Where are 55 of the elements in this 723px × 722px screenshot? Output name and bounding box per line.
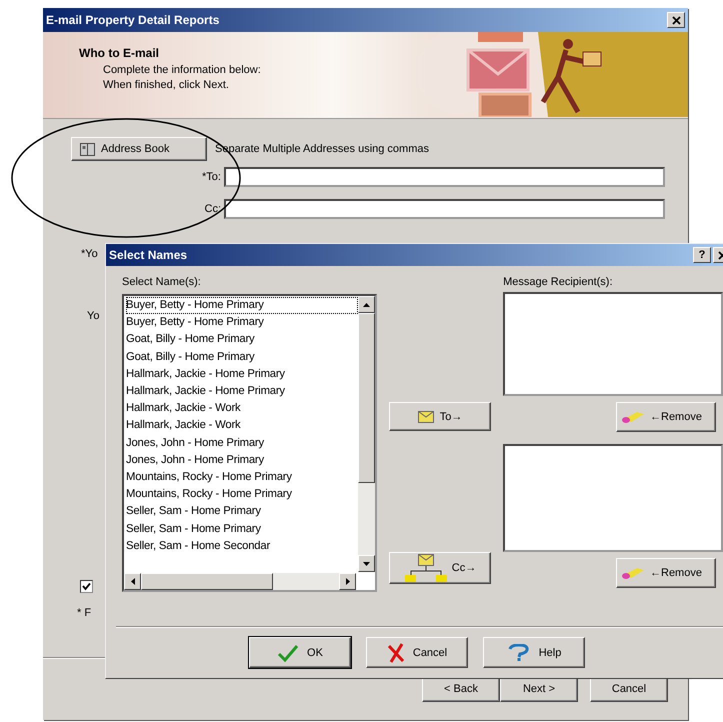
name-item[interactable]: Hallmark, Jackie - Home Primary (126, 366, 358, 384)
name-item[interactable]: Mountains, Rocky - Home Primary (126, 486, 358, 504)
header-text: When finished, click Next. (102, 78, 230, 93)
header-text: Complete the information below: (102, 63, 261, 78)
dialog-button[interactable]: Help (483, 637, 585, 668)
cross-icon (386, 642, 405, 662)
field-label: Yo (87, 310, 100, 322)
name-item[interactable]: Goat, Billy - Home Primary (126, 348, 358, 366)
down-arrow-icon (363, 562, 370, 566)
address-field[interactable] (224, 199, 665, 219)
name-item[interactable]: Jones, John - Home Primary (126, 452, 358, 470)
name-item[interactable]: Buyer, Betty - Home Primary (126, 314, 358, 332)
vertical-scrollbar[interactable] (358, 296, 375, 572)
name-item[interactable]: Hallmark, Jackie - Work (126, 400, 358, 418)
to-recipients-list[interactable] (503, 292, 723, 396)
horizontal-scrollbar[interactable] (124, 573, 356, 590)
dialog-title: Select Names (109, 248, 188, 262)
up-arrow-icon (363, 302, 370, 306)
recipients-label: Message Recipient(s): (503, 276, 613, 288)
name-item[interactable]: Seller, Sam - Home Primary (126, 520, 358, 538)
name-item[interactable]: Mountains, Rocky - Home Primary (126, 469, 358, 486)
header-title: Who to E-mail (79, 46, 160, 60)
right-arrow-icon (346, 578, 350, 585)
cc-button[interactable]: Cc→ (389, 552, 491, 584)
field-label: *Yo (81, 248, 98, 260)
envelope-icon (418, 410, 434, 422)
window-title: E-mail Property Detail Reports (46, 13, 220, 27)
book-icon (80, 142, 95, 156)
name-item[interactable]: Goat, Billy - Home Primary (126, 331, 358, 349)
name-item[interactable]: Hallmark, Jackie - Home Primary (126, 383, 358, 400)
question-icon (506, 644, 531, 662)
checkmark-icon (277, 644, 300, 662)
help-title-button[interactable]: ? (693, 247, 711, 263)
name-item[interactable]: Buyer, Betty - Home Primary (126, 297, 358, 314)
name-item[interactable]: Seller, Sam - Home Secondar (126, 538, 358, 556)
dialog-button[interactable]: Cancel (366, 637, 468, 668)
cc-recipients-list[interactable] (503, 444, 723, 552)
close-icon (672, 16, 680, 24)
remove-button[interactable]: ←Remove (616, 558, 716, 588)
field-label: *To: (201, 171, 221, 183)
footnote-text: * F (77, 607, 92, 619)
remove-button[interactable]: ←Remove (616, 402, 716, 432)
address-field[interactable] (224, 167, 665, 187)
address-book-button[interactable]: Address Book (71, 137, 207, 161)
left-arrow-icon (130, 578, 134, 585)
dialog-button[interactable]: OK (249, 637, 351, 668)
name-item[interactable]: Seller, Sam - Home Primary (126, 503, 358, 521)
list-label: Select Name(s): (122, 276, 202, 288)
checkbox[interactable] (80, 580, 93, 593)
envelopes-icon (404, 553, 448, 583)
to-button[interactable]: To→ (389, 402, 491, 431)
close-button[interactable] (667, 12, 685, 28)
name-item[interactable]: Jones, John - Home Primary (126, 434, 358, 452)
name-item[interactable]: Hallmark, Jackie - Work (126, 417, 358, 435)
field-label: Cc: (204, 203, 221, 215)
